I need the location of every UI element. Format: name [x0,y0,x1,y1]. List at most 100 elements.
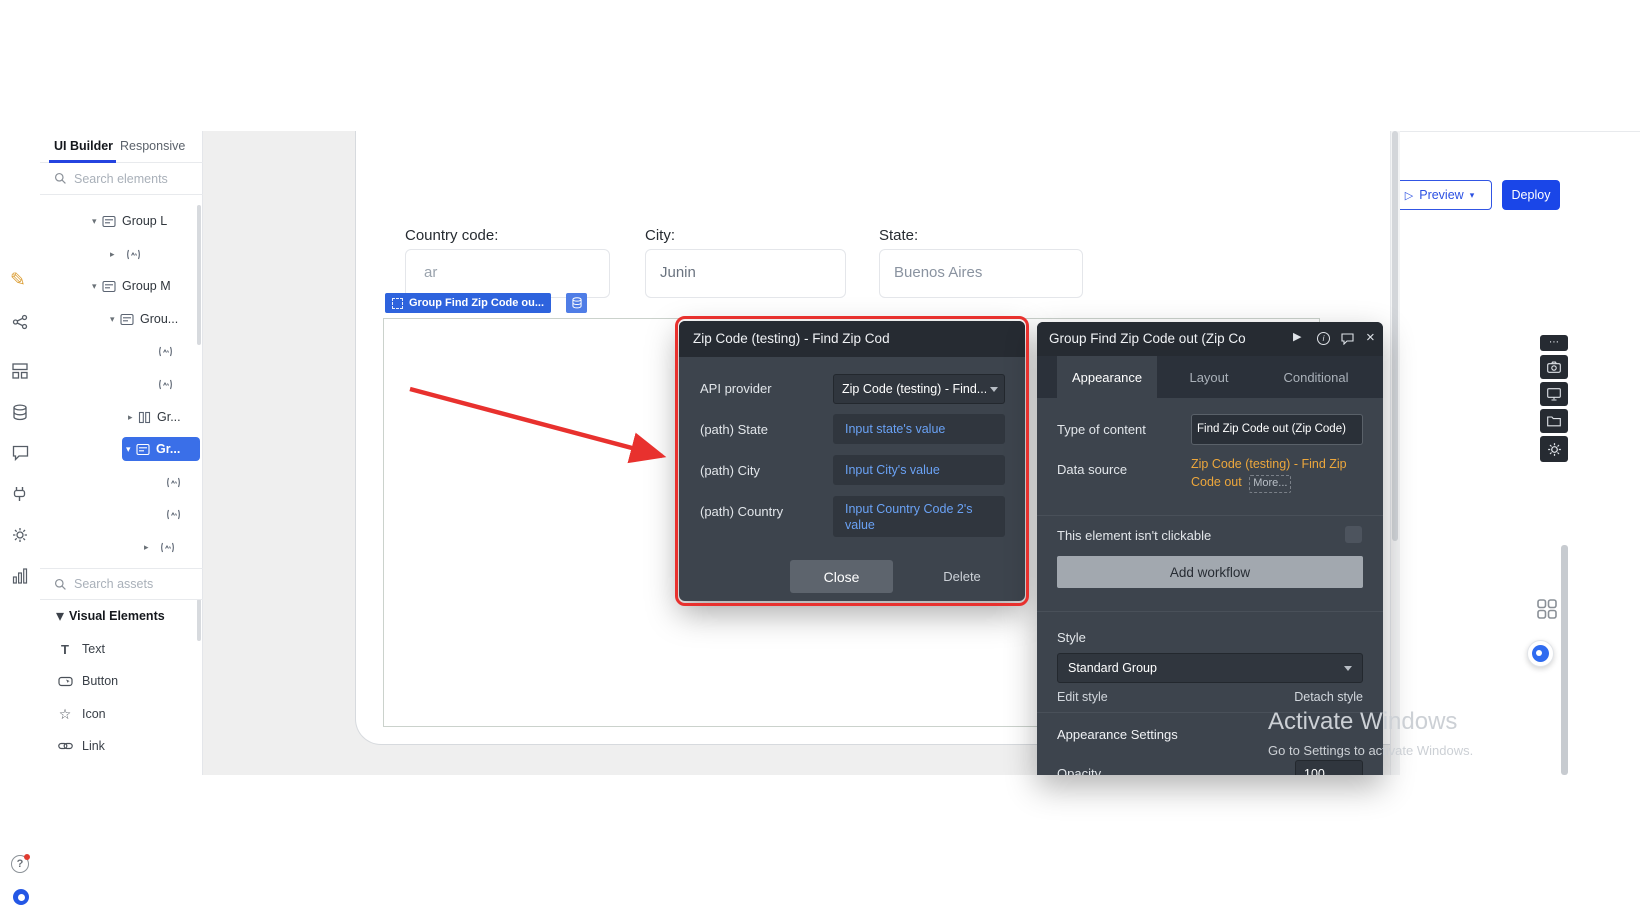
selected-element-badge[interactable]: Group Find Zip Code ou... [385,293,551,313]
workflow-icon[interactable] [12,314,28,330]
help-icon[interactable]: ? [11,855,29,873]
property-tabs-row: Appearance Layout Conditional [1037,356,1383,398]
caret-down-icon[interactable]: ▾ [56,606,64,626]
tab-layout[interactable]: Layout [1157,356,1261,398]
tree-row-element[interactable]: ▸ [40,238,203,270]
settings-gear-icon[interactable] [12,527,28,543]
opacity-input[interactable]: 100 [1295,760,1363,775]
path-state-value-button[interactable]: Input state's value [833,414,1005,444]
api-popup-delete-button[interactable]: Delete [919,568,1005,586]
state-input[interactable]: Buenos Aires [879,249,1083,298]
visual-elements-header[interactable]: ▾ Visual Elements [40,600,203,632]
type-of-content-input[interactable]: Find Zip Code out (Zip Code) [1191,414,1363,445]
property-panel-title: Group Find Zip Code out (Zip Co [1049,322,1246,356]
caret-right-icon[interactable]: ▸ [144,542,154,553]
badge-datasource-icon-button[interactable] [566,293,587,313]
tree-row-input[interactable] [40,466,203,498]
layout-grid-icon[interactable] [12,363,28,379]
add-workflow-button[interactable]: Add workflow [1057,556,1363,588]
bubble-badge-icon[interactable] [13,889,29,905]
tree-row-group[interactable]: ▾ Grou... [40,303,203,335]
caret-down-icon[interactable]: ▾ [110,314,120,325]
path-country-value-button[interactable]: Input Country Code 2's value [833,496,1005,537]
tree-row-label: Group M [122,279,171,293]
tab-ui-builder[interactable]: UI Builder [54,139,113,153]
delete-button-label: Delete [943,569,981,584]
country-code-input[interactable]: ar [405,249,610,298]
search-elements-input[interactable]: Search elements [40,163,203,195]
element-info-icon[interactable]: i [1317,332,1330,345]
city-input[interactable]: Junin [645,249,846,298]
palette-item-button[interactable]: Button [40,665,203,697]
screenshot-button[interactable] [1540,355,1568,379]
database-icon[interactable] [12,404,28,421]
palette-item-link[interactable]: Link [40,730,203,762]
tree-scrollbar[interactable] [197,205,201,345]
tab-conditional[interactable]: Conditional [1261,356,1371,398]
caret-right-icon[interactable]: ▸ [128,412,138,423]
search-assets-input[interactable]: Search assets [40,568,203,600]
data-source-more-button[interactable]: More... [1249,475,1291,493]
pages-button[interactable] [1540,409,1568,433]
tree-row-group-m[interactable]: ▾ Group M [40,270,203,302]
input-element-icon [166,477,181,488]
tree-row-input[interactable] [40,335,203,367]
apps-grid-icon[interactable] [1536,598,1558,620]
api-popup-close-button[interactable]: Close [790,560,893,593]
toolbar-settings-button[interactable] [1540,436,1568,462]
input-element-icon [126,249,141,260]
api-popup-titlebar[interactable]: Zip Code (testing) - Find Zip Cod [679,321,1025,357]
tab-appearance[interactable]: Appearance [1057,356,1157,398]
comment-icon[interactable] [1341,333,1354,345]
canvas-scrollbar-thumb[interactable] [1392,131,1398,541]
input-element-icon [158,379,173,390]
logs-chart-icon[interactable] [12,568,28,584]
chat-bubble-icon[interactable] [12,445,29,461]
camera-icon [1547,361,1561,373]
run-workflow-play-icon[interactable]: ▶ [1293,332,1301,343]
button-tool-icon [57,676,73,687]
preview-play-icon: ▷ [1405,189,1413,202]
preview-button[interactable]: ▷ Preview ▾ [1387,180,1492,210]
tree-row-label: Group L [122,214,167,228]
bubble-editor-window: .b ▾ zip_code ▾ Group Find Zip Code out … [0,0,1640,924]
toolbar-handle-button[interactable]: ⋯ [1540,335,1568,351]
design-pencil-icon[interactable]: ✎ [10,269,26,292]
selected-row-highlight[interactable]: ▾ Gr... [122,437,200,461]
window-scrollbar-thumb[interactable] [1561,545,1568,775]
palette-item-text[interactable]: T Text [40,633,203,665]
edit-style-link[interactable]: Edit style [1057,690,1108,704]
path-city-value-button[interactable]: Input City's value [833,455,1005,485]
api-provider-value: Zip Code (testing) - Find... [842,375,986,403]
star-icon: ☆ [57,707,73,721]
country-code-value: ar [424,264,609,281]
tab-responsive[interactable]: Responsive [120,139,185,153]
tree-row-input[interactable] [40,498,203,530]
api-provider-select[interactable]: Zip Code (testing) - Find... [833,374,1005,404]
caret-down-icon[interactable]: ▾ [92,281,102,292]
tree-row-group-l[interactable]: ▾ Group L [40,205,203,237]
group-icon [102,215,116,228]
assistant-bubble-icon[interactable] [1527,640,1554,667]
tab-layout-label: Layout [1189,370,1228,385]
type-of-content-value: Find Zip Code out (Zip Code) [1192,415,1362,444]
tree-row-input[interactable] [40,368,203,400]
plugin-icon[interactable] [12,486,27,503]
close-panel-icon[interactable]: × [1366,329,1375,347]
tree-row-group-collapsed[interactable]: ▸ Gr... [40,401,203,433]
tree-row-collapsed[interactable]: ▸ [40,531,203,563]
presentation-button[interactable] [1540,382,1568,406]
caret-right-icon[interactable]: ▸ [110,249,120,260]
detach-style-link[interactable]: Detach style [1294,690,1363,704]
caret-down-icon[interactable]: ▾ [92,216,102,227]
tree-row-group-selected[interactable]: ▾ Gr... [40,433,203,465]
selection-dashed-icon [392,298,403,309]
deploy-button[interactable]: Deploy [1502,180,1560,210]
data-source-expression[interactable]: Zip Code (testing) - Find Zip Code out M… [1191,455,1369,493]
clickable-checkbox[interactable] [1345,526,1362,543]
link-chain-icon [57,741,73,751]
palette-item-icon[interactable]: ☆ Icon [40,698,203,730]
caret-down-icon[interactable]: ▾ [126,444,136,455]
property-panel-titlebar[interactable]: Group Find Zip Code out (Zip Co ▶ i × [1037,322,1383,356]
style-select[interactable]: Standard Group [1057,653,1363,683]
